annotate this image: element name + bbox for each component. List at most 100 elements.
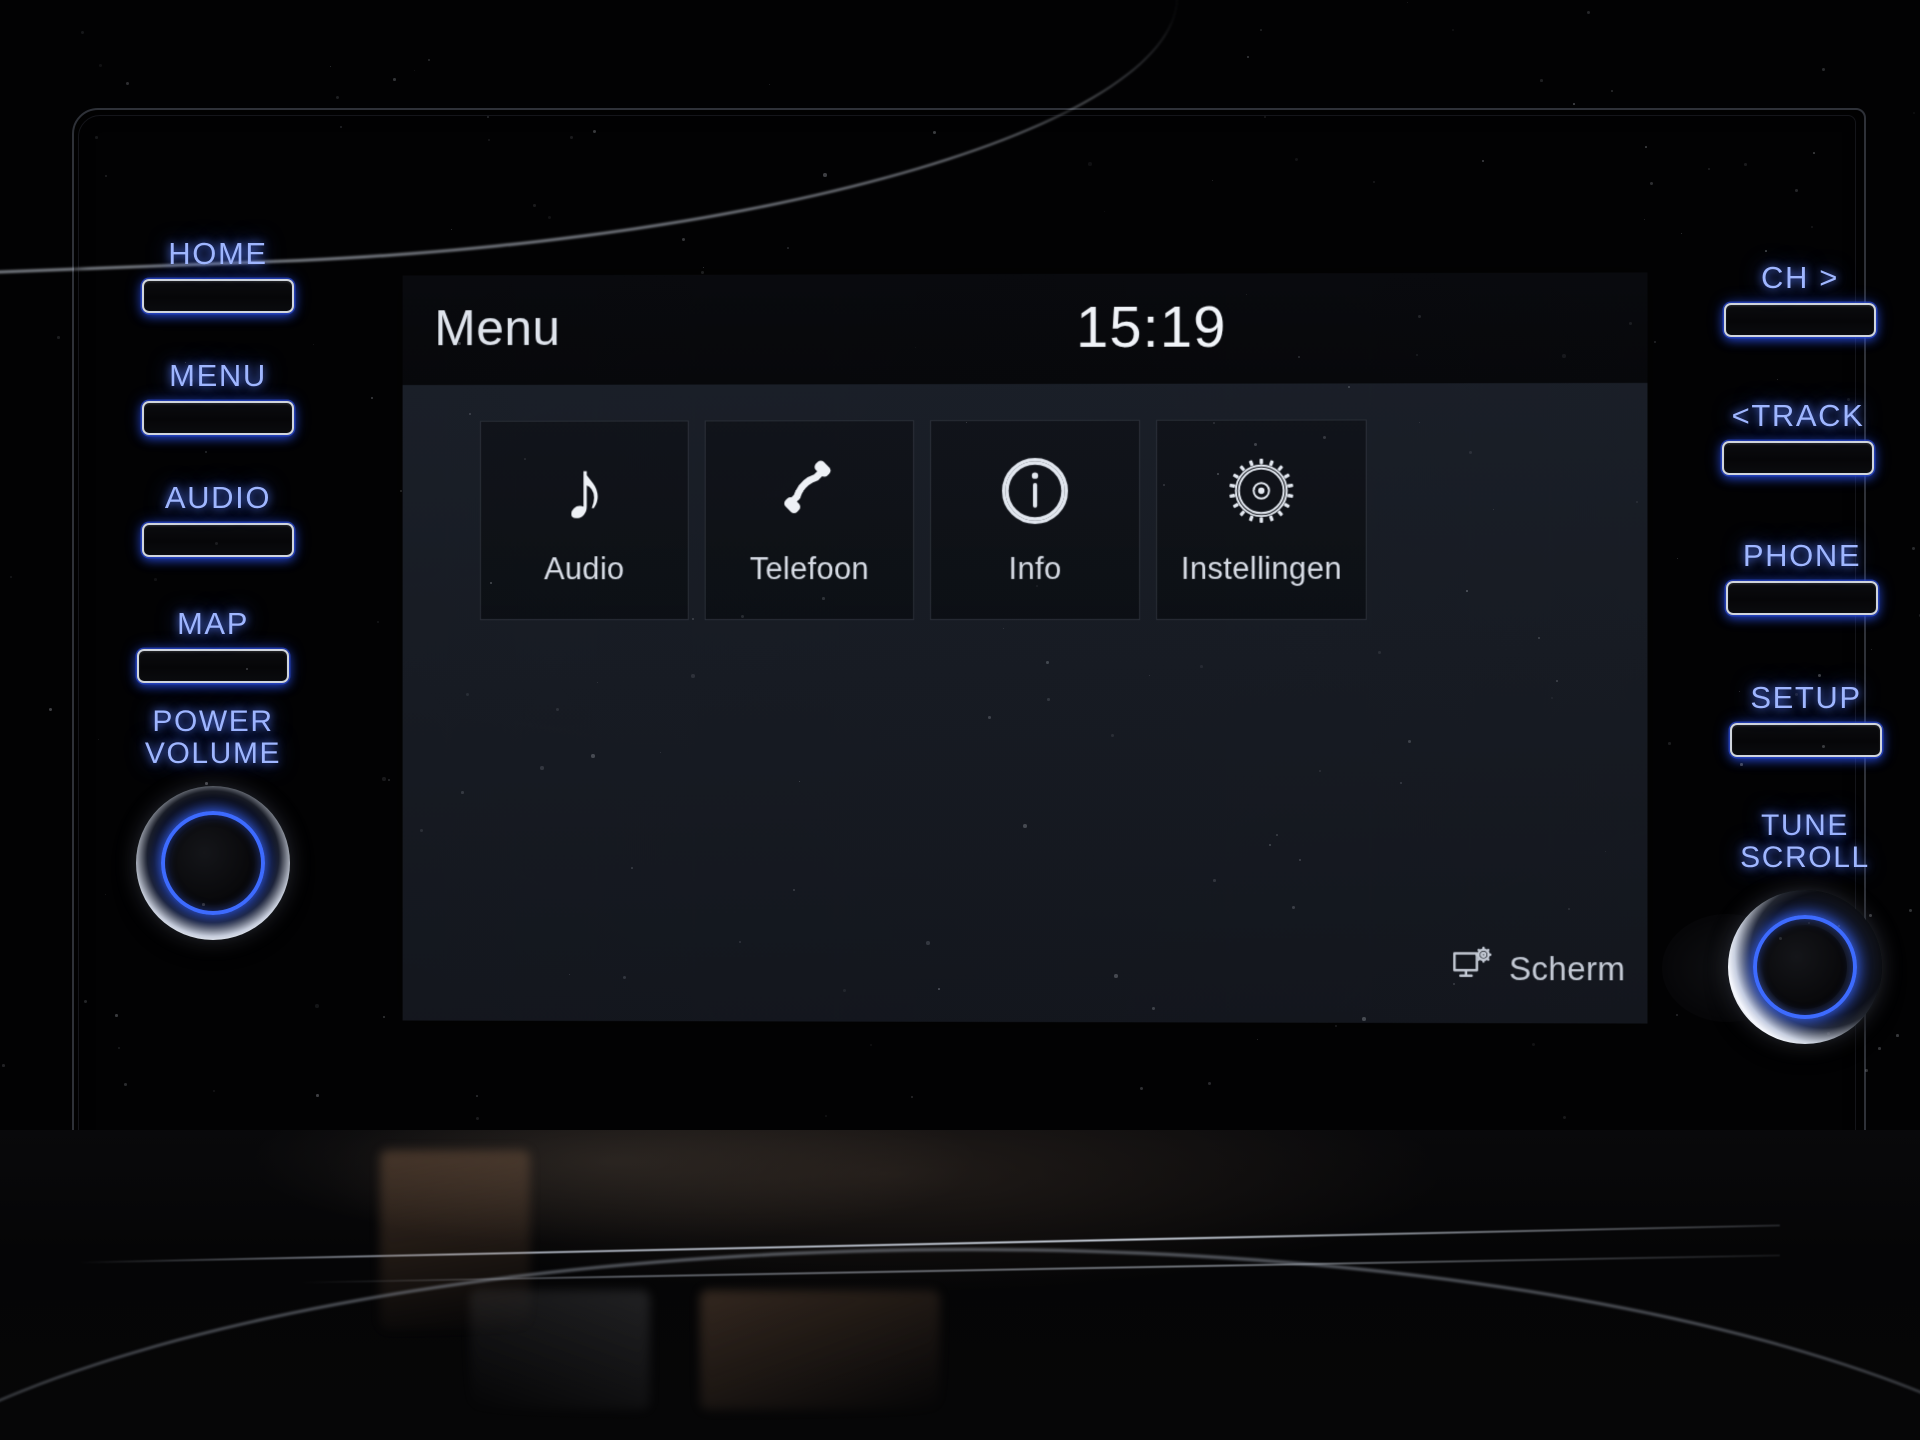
hardkey-map[interactable]: MAP xyxy=(123,606,303,683)
dust-speck xyxy=(124,1083,127,1086)
dust-speck xyxy=(10,576,12,578)
power-volume-knob[interactable]: POWER VOLUME xyxy=(118,706,308,940)
dust-speck xyxy=(1587,11,1591,15)
dust-speck xyxy=(99,64,102,67)
dust-speck xyxy=(126,82,129,85)
dust-speck xyxy=(1407,2,1409,4)
dust-speck xyxy=(414,70,416,72)
menu-tile-audio-label: Audio xyxy=(544,551,625,587)
screen-settings-button[interactable]: Scherm xyxy=(1451,946,1626,992)
dust-speck xyxy=(476,1095,478,1097)
tune-scroll-dial[interactable] xyxy=(1728,889,1882,1044)
music-note-icon: ♪ xyxy=(562,442,606,539)
tune-scroll-label: TUNE SCROLL xyxy=(1740,809,1870,874)
dust-speck xyxy=(1208,1082,1212,1086)
hardkey-map-bar[interactable] xyxy=(137,648,289,683)
dust-speck xyxy=(1818,674,1822,678)
console-reflection-blob-3 xyxy=(470,1290,650,1410)
dust-speck xyxy=(1878,1047,1881,1050)
power-volume-dial[interactable] xyxy=(136,785,290,940)
screen-header: Menu 15:19 xyxy=(402,272,1648,386)
hardkey-phone-bar[interactable] xyxy=(1726,580,1878,615)
hardkey-audio-bar[interactable] xyxy=(142,522,294,557)
dust-speck xyxy=(1644,219,1646,221)
screen-settings-button-label: Scherm xyxy=(1508,949,1626,987)
dust-speck xyxy=(1264,116,1266,118)
dust-speck xyxy=(487,116,489,118)
monitor-settings-icon xyxy=(1451,946,1497,991)
hardkey-phone[interactable]: PHONE xyxy=(1712,539,1892,615)
dust-speck xyxy=(49,708,53,712)
hardkey-channel-up[interactable]: CH > xyxy=(1710,260,1890,337)
hardkey-channel-up-bar[interactable] xyxy=(1724,302,1876,337)
screen-body: ♪ Audio Telefoon Info Instellingen Scher… xyxy=(402,382,1648,1024)
hardkey-setup-bar[interactable] xyxy=(1730,722,1882,757)
dust-speck xyxy=(1765,250,1767,252)
hardkey-home-bar[interactable] xyxy=(142,278,294,313)
dust-speck xyxy=(593,130,597,134)
menu-tile-audio[interactable]: ♪ Audio xyxy=(480,420,689,621)
dust-speck xyxy=(476,1117,479,1120)
dust-speck xyxy=(548,216,551,219)
hardkey-menu[interactable]: MENU xyxy=(128,358,308,435)
console-curved-highlight xyxy=(0,1248,1920,1440)
dust-speck xyxy=(1247,56,1249,58)
dust-speck xyxy=(1795,189,1798,192)
dust-speck xyxy=(1140,1087,1144,1091)
dust-speck xyxy=(488,139,490,141)
console-gloss-panel xyxy=(0,1130,1920,1440)
dust-speck xyxy=(428,59,430,61)
dust-speck xyxy=(118,1047,121,1050)
menu-tile-telefoon[interactable]: Telefoon xyxy=(704,420,915,621)
tune-scroll-knob[interactable]: TUNE SCROLL xyxy=(1662,809,1900,1044)
dust-speck xyxy=(1677,558,1679,560)
phone-handset-icon xyxy=(771,445,847,537)
dust-speck xyxy=(1482,160,1485,163)
dust-speck xyxy=(1777,379,1779,381)
dust-speck xyxy=(105,175,108,178)
dust-speck xyxy=(1573,103,1575,105)
dust-speck xyxy=(84,1000,88,1004)
dust-speck xyxy=(313,344,315,346)
hardkey-track-prev[interactable]: <TRACK xyxy=(1708,399,1888,475)
dust-speck xyxy=(2,1064,5,1067)
menu-tile-info[interactable]: Info xyxy=(930,419,1141,621)
dust-speck xyxy=(570,136,573,139)
hardkey-channel-up-label: CH > xyxy=(1761,260,1839,295)
dust-speck xyxy=(933,131,936,134)
infotainment-screen[interactable]: Menu 15:19 ♪ Audio Telefoon Info Instell… xyxy=(402,272,1648,1024)
dust-speck xyxy=(682,238,686,242)
menu-tile-instellingen[interactable]: Instellingen xyxy=(1156,419,1367,620)
hardkey-audio[interactable]: AUDIO xyxy=(128,480,308,557)
dust-speck xyxy=(823,173,827,177)
dust-speck xyxy=(1295,158,1298,161)
console-reflection-line-1 xyxy=(80,1224,1780,1264)
hardkey-map-label: MAP xyxy=(177,606,249,641)
dust-speck xyxy=(1257,1039,1259,1041)
dust-speck xyxy=(57,336,60,339)
dust-speck xyxy=(154,578,157,581)
dust-speck xyxy=(382,777,386,781)
dust-speck xyxy=(1744,163,1747,166)
hardkey-home[interactable]: HOME xyxy=(128,237,308,313)
dust-speck xyxy=(1708,168,1710,170)
hardkey-setup[interactable]: SETUP xyxy=(1716,681,1896,757)
dust-speck xyxy=(1811,226,1813,228)
dust-speck xyxy=(1813,152,1815,154)
dust-speck xyxy=(1740,763,1743,766)
dust-speck xyxy=(1654,341,1656,343)
hardkey-menu-label: MENU xyxy=(169,358,267,393)
hardkey-menu-bar[interactable] xyxy=(142,400,294,435)
dust-speck xyxy=(383,1016,386,1019)
dust-speck xyxy=(1676,1014,1678,1016)
dust-speck xyxy=(1335,1025,1338,1028)
tune-scroll-ring-light xyxy=(1753,914,1857,1019)
menu-tile-info-label: Info xyxy=(1008,550,1062,587)
dust-speck xyxy=(371,397,374,400)
dust-speck xyxy=(451,229,453,231)
hardkey-audio-label: AUDIO xyxy=(164,480,272,515)
dust-speck xyxy=(1681,233,1682,234)
dust-speck xyxy=(911,1096,914,1099)
hardkey-track-prev-bar[interactable] xyxy=(1722,440,1874,475)
dust-speck xyxy=(1668,742,1671,745)
